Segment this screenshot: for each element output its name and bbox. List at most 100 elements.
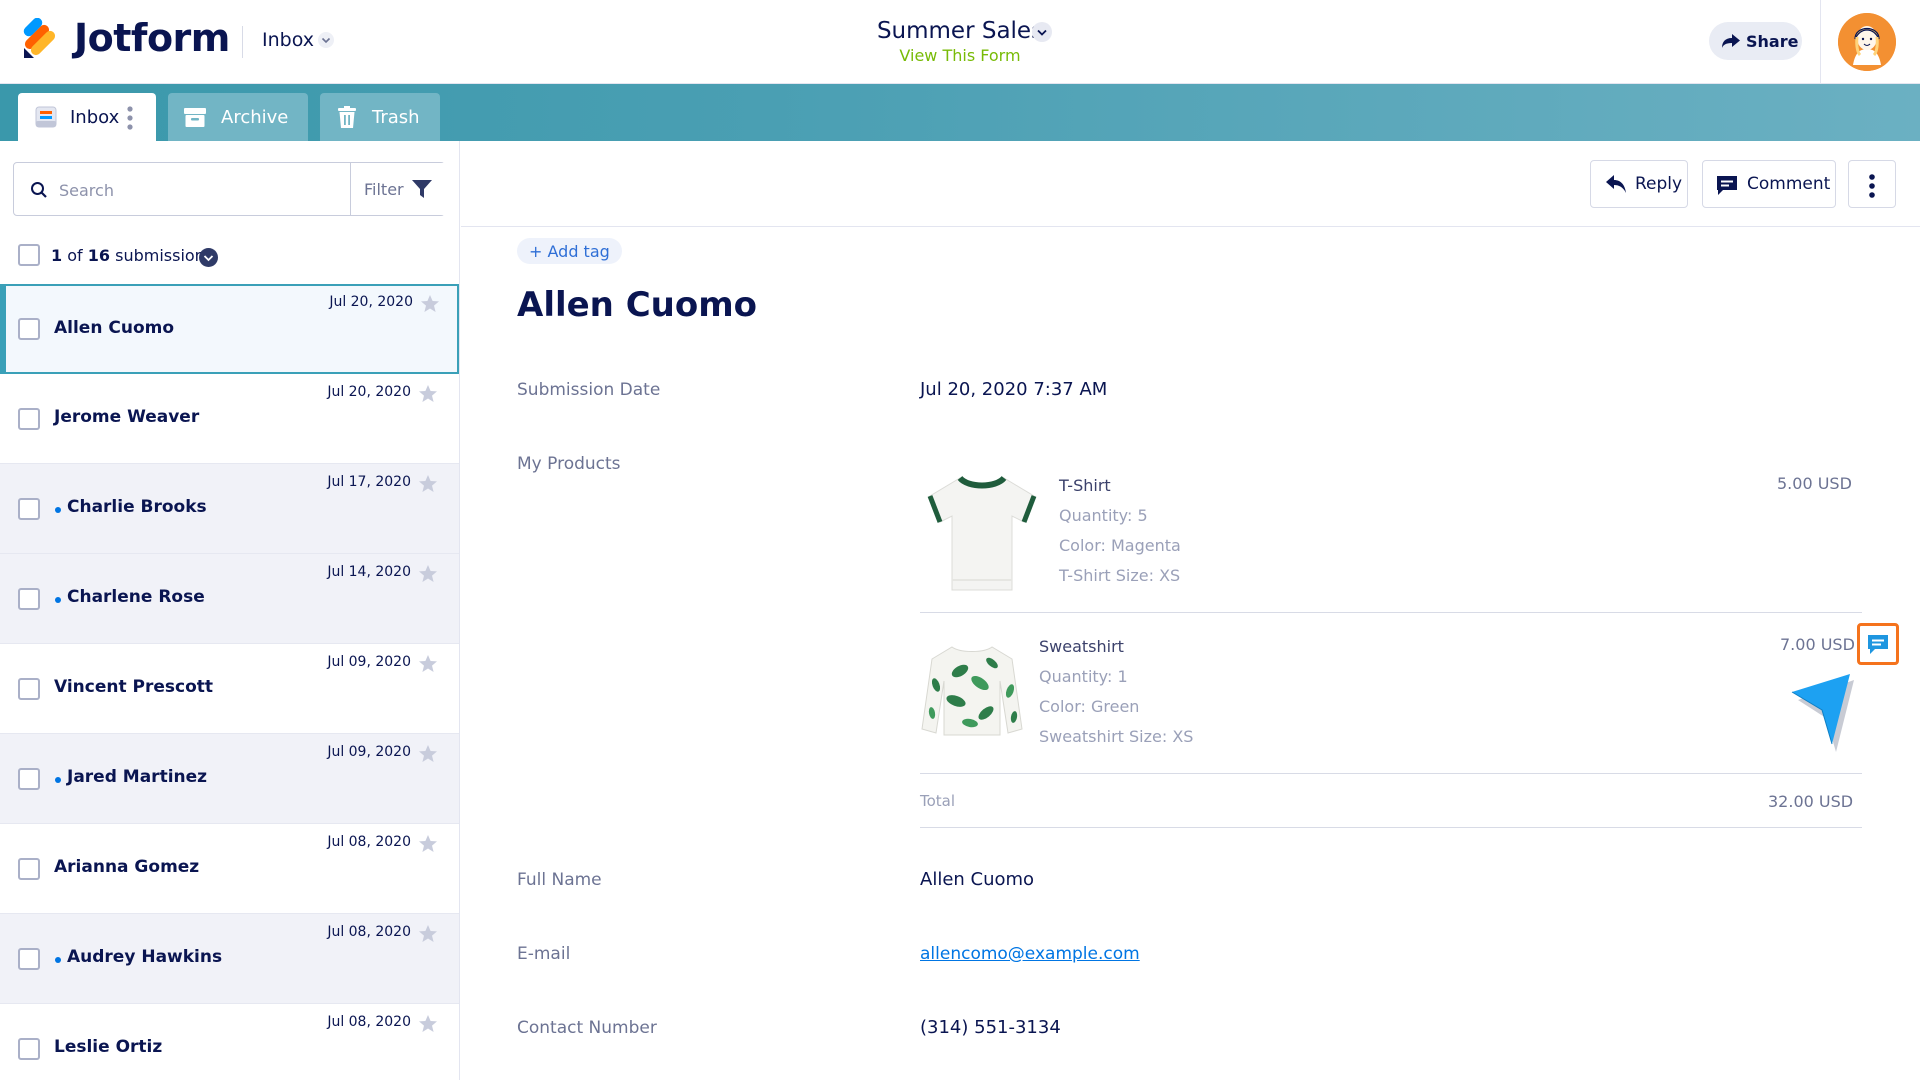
- row-checkbox[interactable]: [18, 858, 40, 880]
- product-comment-icon[interactable]: [1857, 623, 1899, 665]
- star-icon[interactable]: [418, 384, 438, 404]
- share-arrow-icon: [1722, 34, 1740, 48]
- submission-date: Jul 17, 2020: [327, 474, 411, 490]
- full-name-label: Full Name: [517, 870, 602, 890]
- submission-date: Jul 14, 2020: [327, 564, 411, 580]
- submission-list-pane: Filter 1 of 16 submissions Allen Cuomo J…: [0, 141, 460, 1080]
- tab-archive-label: Archive: [221, 107, 289, 128]
- unread-dot: [55, 777, 61, 783]
- submission-row[interactable]: Charlie Brooks Jul 17, 2020: [0, 464, 459, 554]
- product-item: T-Shirt Quantity: 5 Color: Magenta T-Shi…: [920, 452, 1862, 613]
- unread-dot: [55, 597, 61, 603]
- submission-row[interactable]: Charlene Rose Jul 14, 2020: [0, 554, 459, 644]
- form-title[interactable]: Summer Sales: [0, 18, 1920, 44]
- tab-bar: Inbox Archive Trash: [0, 84, 1920, 141]
- submission-row[interactable]: Leslie Ortiz Jul 08, 2020: [0, 1004, 459, 1080]
- submission-date: Jul 08, 2020: [327, 924, 411, 940]
- product-name: Sweatshirt: [1039, 637, 1124, 656]
- unread-dot: [55, 507, 61, 513]
- submission-row[interactable]: Vincent Prescott Jul 09, 2020: [0, 644, 459, 734]
- top-header: Jotform Inbox Summer Sales View This For…: [0, 0, 1920, 84]
- select-all-checkbox[interactable]: [18, 244, 40, 266]
- row-checkbox[interactable]: [18, 588, 40, 610]
- total-value: 32.00 USD: [1768, 792, 1854, 811]
- reply-button[interactable]: Reply: [1590, 160, 1688, 208]
- user-avatar[interactable]: [1838, 13, 1896, 71]
- comment-button[interactable]: Comment: [1702, 160, 1836, 208]
- submission-row[interactable]: Audrey Hawkins Jul 08, 2020: [0, 914, 459, 1004]
- submission-date: Jul 09, 2020: [327, 744, 411, 760]
- filter-button[interactable]: Filter: [350, 163, 446, 215]
- row-checkbox[interactable]: [18, 768, 40, 790]
- submission-row[interactable]: Allen Cuomo Jul 20, 2020: [0, 284, 459, 374]
- tab-trash[interactable]: Trash: [320, 93, 440, 141]
- submission-toolbar: Reply Comment: [461, 141, 1920, 227]
- submission-date-label: Submission Date: [517, 380, 661, 400]
- submission-row[interactable]: Arianna Gomez Jul 08, 2020: [0, 824, 459, 914]
- star-icon[interactable]: [418, 654, 438, 674]
- email-link[interactable]: allencomo@example.com: [920, 944, 1140, 964]
- more-options-button[interactable]: [1848, 160, 1896, 208]
- product-quantity: Quantity: 5: [1059, 506, 1148, 525]
- submitter-name: Leslie Ortiz: [54, 1037, 163, 1057]
- product-color: Color: Green: [1039, 697, 1140, 716]
- submission-date: Jul 08, 2020: [327, 1014, 411, 1030]
- submission-row[interactable]: Jerome Weaver Jul 20, 2020: [0, 374, 459, 464]
- products-label: My Products: [517, 454, 621, 474]
- product-price: 5.00 USD: [1777, 474, 1852, 493]
- submission-date: Jul 20, 2020: [327, 384, 411, 400]
- tab-inbox-label: Inbox: [70, 107, 120, 128]
- star-icon[interactable]: [418, 834, 438, 854]
- submission-count-text: 1 of 16 submissions: [51, 246, 214, 265]
- star-icon[interactable]: [418, 744, 438, 764]
- submitter-heading: Allen Cuomo: [517, 285, 758, 325]
- email-label: E-mail: [517, 944, 571, 964]
- row-checkbox[interactable]: [18, 1038, 40, 1060]
- row-checkbox[interactable]: [18, 948, 40, 970]
- tab-archive[interactable]: Archive: [168, 93, 308, 141]
- archive-icon: [184, 108, 206, 127]
- search-input[interactable]: [59, 176, 339, 204]
- star-icon[interactable]: [418, 474, 438, 494]
- add-tag-button[interactable]: + Add tag: [517, 238, 622, 264]
- submitter-name: Allen Cuomo: [54, 318, 175, 338]
- submission-count-chevron-down-icon[interactable]: [199, 248, 218, 267]
- t-shirt-image: [927, 475, 1037, 591]
- row-checkbox[interactable]: [18, 498, 40, 520]
- row-checkbox[interactable]: [18, 408, 40, 430]
- tab-options-dots-icon[interactable]: [127, 105, 133, 131]
- star-icon[interactable]: [418, 1014, 438, 1034]
- contact-number-value: (314) 551-3134: [920, 1017, 1061, 1038]
- header-divider-right: [1820, 0, 1821, 84]
- submitter-name: Charlene Rose: [67, 587, 205, 607]
- trash-icon: [338, 106, 356, 128]
- inbox-icon: [35, 106, 57, 128]
- submission-row[interactable]: Jared Martinez Jul 09, 2020: [0, 734, 459, 824]
- submission-date: Jul 08, 2020: [327, 834, 411, 850]
- search-icon: [31, 182, 47, 198]
- row-checkbox[interactable]: [18, 678, 40, 700]
- filter-button-label: Filter: [364, 179, 404, 199]
- submission-date-value: Jul 20, 2020 7:37 AM: [920, 379, 1108, 400]
- share-button-label: Share: [1746, 32, 1799, 51]
- total-divider: [920, 827, 1862, 828]
- cursor-pointer-icon: [1791, 674, 1854, 752]
- form-title-chevron-down-icon[interactable]: [1032, 22, 1052, 42]
- star-icon[interactable]: [420, 294, 440, 314]
- tab-inbox[interactable]: Inbox: [18, 93, 156, 141]
- product-item: Sweatshirt Quantity: 1 Color: Green Swea…: [920, 613, 1862, 774]
- submitter-name: Vincent Prescott: [54, 677, 214, 697]
- share-button[interactable]: Share: [1709, 22, 1802, 60]
- reply-button-label: Reply: [1635, 174, 1683, 194]
- filter-funnel-icon: [412, 180, 432, 198]
- submitter-name: Charlie Brooks: [67, 497, 207, 517]
- view-form-link[interactable]: View This Form: [0, 46, 1920, 65]
- contact-number-label: Contact Number: [517, 1018, 657, 1038]
- star-icon[interactable]: [418, 924, 438, 944]
- star-icon[interactable]: [418, 564, 438, 584]
- total-label: Total: [920, 792, 956, 810]
- full-name-value: Allen Cuomo: [920, 869, 1035, 890]
- submitter-name: Jerome Weaver: [54, 407, 200, 427]
- more-vertical-dots-icon: [1869, 174, 1875, 198]
- row-checkbox[interactable]: [18, 318, 40, 340]
